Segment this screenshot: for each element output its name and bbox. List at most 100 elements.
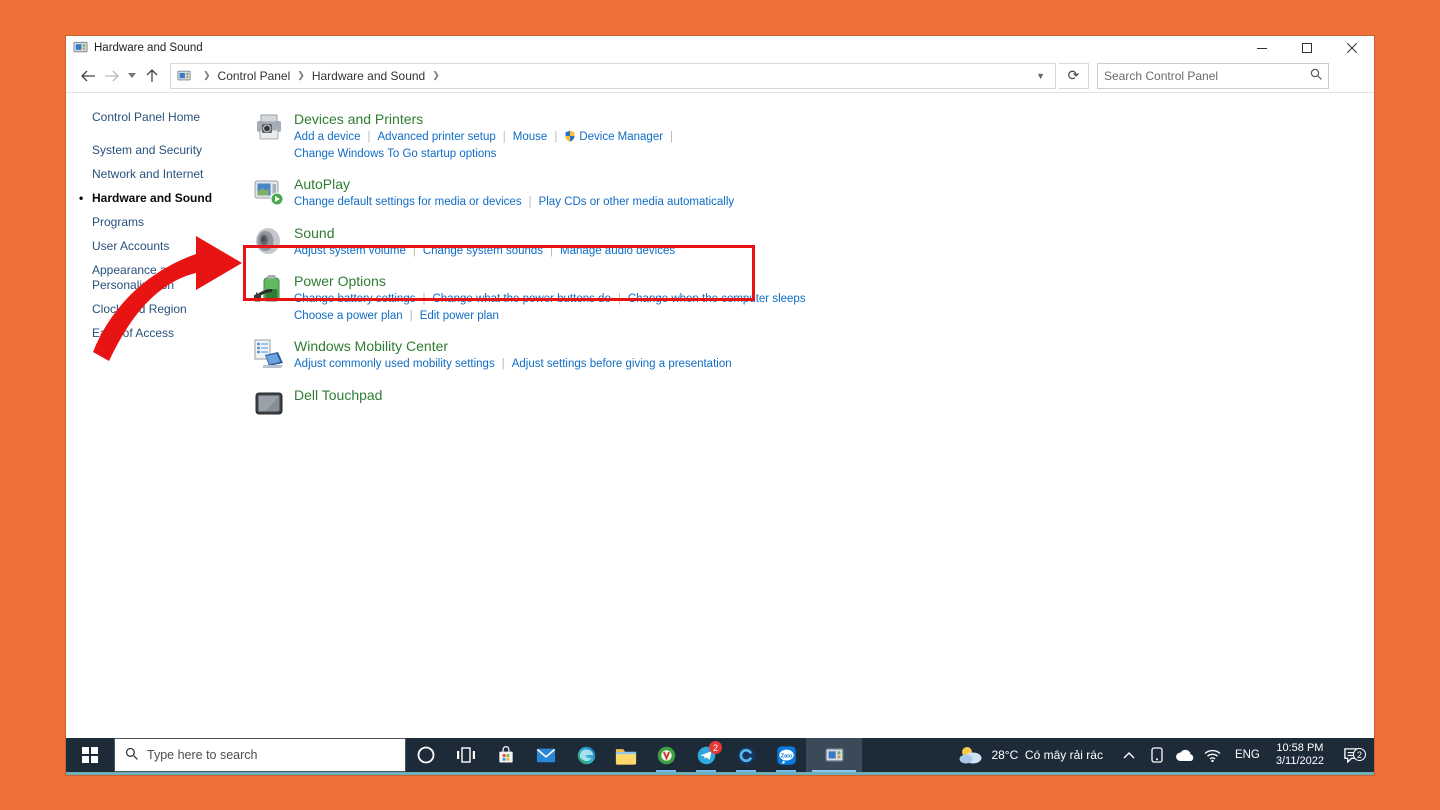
window-title: Hardware and Sound xyxy=(94,42,203,54)
coccoc-icon[interactable] xyxy=(726,738,766,772)
screenshot-area: Hardware and Sound ❯ Control Pane xyxy=(66,36,1374,775)
breadcrumb[interactable]: ❯ Control Panel ❯ Hardware and Sound ❯ ▼ xyxy=(170,63,1056,89)
tray-time: 10:58 PM xyxy=(1276,742,1324,755)
task-link-add-a-device[interactable]: Add a device xyxy=(294,131,361,143)
file-explorer-icon[interactable] xyxy=(606,738,646,772)
sidebar-item-system-and-security[interactable]: System and Security xyxy=(92,143,220,158)
screen-bottom-edge xyxy=(66,772,1374,775)
task-view-icon[interactable] xyxy=(446,738,486,772)
task-link-change-battery-settings[interactable]: Change battery settings xyxy=(294,293,415,305)
sidebar-item-ease-of-access[interactable]: Ease of Access xyxy=(92,326,220,341)
clock[interactable]: 10:58 PM 3/11/2022 xyxy=(1276,742,1324,768)
task-link-choose-a-power-plan[interactable]: Choose a power plan xyxy=(294,310,403,322)
cortana-icon[interactable] xyxy=(406,738,446,772)
zalo-icon[interactable]: Zalo xyxy=(766,738,806,772)
start-icon[interactable] xyxy=(66,738,114,772)
store-icon[interactable] xyxy=(486,738,526,772)
recent-pages-icon[interactable] xyxy=(124,64,140,88)
link-separator: | xyxy=(618,293,621,305)
breadcrumb-item-hardware-and-sound[interactable]: Hardware and Sound xyxy=(312,69,425,83)
task-link-play-cds-or-other-media-automatically[interactable]: Play CDs or other media automatically xyxy=(539,196,735,208)
breadcrumb-item-control-panel[interactable]: Control Panel xyxy=(218,69,291,83)
link-separator: | xyxy=(554,131,557,143)
dell-touchpad-icon xyxy=(252,386,286,420)
mail-icon[interactable] xyxy=(526,738,566,772)
section-power-options: Power Options Change battery settings | Cha… xyxy=(252,271,1374,325)
telegram-badge: 2 xyxy=(709,741,722,754)
link-separator: | xyxy=(502,358,505,370)
task-link-adjust-commonly-used-mobility-settings[interactable]: Adjust commonly used mobility settings xyxy=(294,358,495,370)
notification-badge: 2 xyxy=(1353,748,1366,761)
breadcrumb-chevron: ❯ xyxy=(203,70,211,81)
task-link-change-when-the-computer-sleeps[interactable]: Change when the computer sleeps xyxy=(628,293,806,305)
task-link-adjust-system-volume[interactable]: Adjust system volume xyxy=(294,245,406,257)
address-bar: ❯ Control Panel ❯ Hardware and Sound ❯ ▼… xyxy=(66,59,1374,93)
link-separator: | xyxy=(670,131,673,143)
tray-date: 3/11/2022 xyxy=(1276,755,1324,768)
forward-icon[interactable] xyxy=(100,64,124,88)
section-sound: Sound Adjust system volume | Change system … xyxy=(252,223,1374,261)
maximize-button[interactable] xyxy=(1284,36,1329,59)
section-title[interactable]: Sound xyxy=(294,225,675,241)
link-separator: | xyxy=(503,131,506,143)
section-title[interactable]: Power Options xyxy=(294,273,806,289)
language-indicator[interactable]: ENG xyxy=(1235,749,1260,761)
task-link-change-what-the-power-buttons-do[interactable]: Change what the power buttons do xyxy=(432,293,610,305)
taskbar: Type here to search xyxy=(66,738,1374,772)
section-title[interactable]: Windows Mobility Center xyxy=(294,338,732,354)
telegram-icon[interactable]: 2 xyxy=(686,738,726,772)
back-icon[interactable] xyxy=(76,64,100,88)
control-panel-window: Hardware and Sound ❯ Control Pane xyxy=(66,36,1374,738)
your-phone-icon[interactable] xyxy=(1146,747,1168,763)
task-link-manage-audio-devices[interactable]: Manage audio devices xyxy=(560,245,675,257)
notification-icon[interactable]: 2 xyxy=(1332,747,1370,763)
system-tray: 28°C Có mây rải rác ENG 10:58 PM 3/11/20… xyxy=(958,738,1374,772)
task-link-change-windows-to-go-startup-options[interactable]: Change Windows To Go startup options xyxy=(294,148,496,160)
up-icon[interactable] xyxy=(140,64,164,88)
edge-icon[interactable] xyxy=(566,738,606,772)
control-panel-taskbar-icon[interactable] xyxy=(806,738,862,772)
window-content: Control Panel Home System and Security Ne… xyxy=(66,93,1374,738)
sidebar-item-network-and-internet[interactable]: Network and Internet xyxy=(92,167,220,182)
taskbar-search-input[interactable]: Type here to search xyxy=(114,738,406,772)
link-separator: | xyxy=(529,196,532,208)
close-button[interactable] xyxy=(1329,36,1374,59)
refresh-icon[interactable]: ⟳ xyxy=(1059,63,1089,89)
sidebar-item-user-accounts[interactable]: User Accounts xyxy=(92,239,220,254)
search-box[interactable] xyxy=(1097,63,1329,89)
devices-printers-icon xyxy=(252,110,286,144)
section-title[interactable]: Dell Touchpad xyxy=(294,387,382,403)
weather-widget[interactable]: 28°C Có mây rải rác xyxy=(958,745,1103,765)
temperature: 28°C xyxy=(991,748,1018,762)
section-title[interactable]: Devices and Printers xyxy=(294,111,680,127)
wifi-icon[interactable] xyxy=(1202,749,1224,762)
minimize-button[interactable] xyxy=(1239,36,1284,59)
unikey-icon[interactable] xyxy=(646,738,686,772)
section-devices-and-printers: Devices and Printers Add a device | Advance… xyxy=(252,109,1374,163)
sidebar-item-control-panel-home[interactable]: Control Panel Home xyxy=(92,110,252,124)
chevron-up-icon[interactable] xyxy=(1118,751,1140,759)
address-dropdown-icon[interactable]: ▼ xyxy=(1032,71,1049,81)
section-autoplay: AutoPlay Change default settings for medi… xyxy=(252,174,1374,212)
task-link-advanced-printer-setup[interactable]: Advanced printer setup xyxy=(378,131,496,143)
task-link-device-manager[interactable]: Device Manager xyxy=(564,131,663,143)
sidebar-item-clock-and-region[interactable]: Clock and Region xyxy=(92,302,220,317)
link-separator: | xyxy=(550,245,553,257)
sidebar-item-programs[interactable]: Programs xyxy=(92,215,220,230)
task-link-adjust-settings-before-giving-a-presentation[interactable]: Adjust settings before giving a presenta… xyxy=(512,358,732,370)
sidebar-item-appearance-and-personalization[interactable]: Appearance and Personalization xyxy=(92,263,220,293)
sidebar-item-hardware-and-sound[interactable]: Hardware and Sound xyxy=(92,191,220,206)
control-panel-icon xyxy=(177,69,191,83)
onedrive-icon[interactable] xyxy=(1174,749,1196,762)
task-link-mouse[interactable]: Mouse xyxy=(513,131,548,143)
task-link-change-default-settings-for-media-or-devices[interactable]: Change default settings for media or dev… xyxy=(294,196,522,208)
search-input[interactable] xyxy=(1104,69,1310,83)
taskbar-search-placeholder: Type here to search xyxy=(147,748,257,762)
task-link-edit-power-plan[interactable]: Edit power plan xyxy=(420,310,499,322)
category-list: Devices and Printers Add a device | Advance… xyxy=(252,93,1374,738)
desktop-background: Hardware and Sound ❯ Control Pane xyxy=(0,0,1440,810)
power-options-icon xyxy=(252,272,286,306)
task-link-change-system-sounds[interactable]: Change system sounds xyxy=(423,245,543,257)
section-title[interactable]: AutoPlay xyxy=(294,176,734,192)
title-bar: Hardware and Sound xyxy=(66,36,1374,59)
